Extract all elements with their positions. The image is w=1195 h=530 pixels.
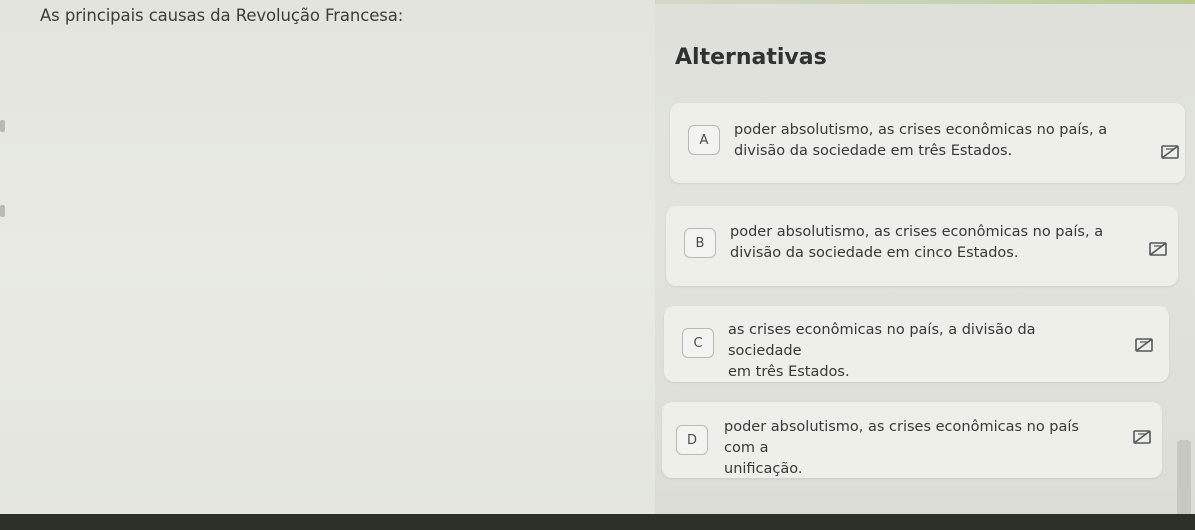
option-letter[interactable]: B <box>684 228 716 258</box>
bottom-taskbar <box>0 514 1195 530</box>
quiz-screen: As principais causas da Revolução France… <box>0 0 1195 530</box>
option-d[interactable]: D poder absolutismo, as crises econômica… <box>662 402 1162 478</box>
option-text: poder absolutismo, as crises econômicas … <box>730 222 1110 264</box>
option-text-line: poder absolutismo, as crises econômicas … <box>734 122 1108 138</box>
option-letter[interactable]: C <box>682 328 714 358</box>
option-c[interactable]: C as crises econômicas no país, a divisã… <box>664 306 1169 382</box>
option-text-line: as crises econômicas no país, a divisão … <box>728 322 1036 359</box>
option-b[interactable]: B poder absolutismo, as crises econômica… <box>666 206 1178 286</box>
scrollbar[interactable] <box>1177 440 1191 520</box>
edge-marker <box>0 120 5 132</box>
option-text-line: poder absolutismo, as crises econômicas … <box>730 224 1104 240</box>
alternatives-title: Alternativas <box>675 45 827 70</box>
option-letter[interactable]: A <box>688 125 720 155</box>
option-text-line: divisão da sociedade em três Estados. <box>734 143 1013 159</box>
option-text: as crises econômicas no país, a divisão … <box>728 320 1108 383</box>
option-a[interactable]: A poder absolutismo, as crises econômica… <box>670 103 1185 183</box>
eraser-strikethrough-icon[interactable] <box>1148 240 1168 258</box>
eraser-strikethrough-icon[interactable] <box>1134 336 1154 354</box>
option-text-line: poder absolutismo, as crises econômicas … <box>724 419 1079 456</box>
option-text: poder absolutismo, as crises econômicas … <box>734 120 1114 162</box>
option-text-line: divisão da sociedade em cinco Estados. <box>730 245 1019 261</box>
option-text-line: em três Estados. <box>728 364 850 380</box>
question-panel: As principais causas da Revolução France… <box>0 0 656 518</box>
eraser-strikethrough-icon[interactable] <box>1160 143 1180 161</box>
question-text: As principais causas da Revolução France… <box>40 6 404 25</box>
edge-marker <box>0 205 5 217</box>
option-letter[interactable]: D <box>676 425 708 455</box>
option-text-line: unificação. <box>724 461 803 477</box>
eraser-strikethrough-icon[interactable] <box>1132 428 1152 446</box>
option-text: poder absolutismo, as crises econômicas … <box>724 417 1104 480</box>
